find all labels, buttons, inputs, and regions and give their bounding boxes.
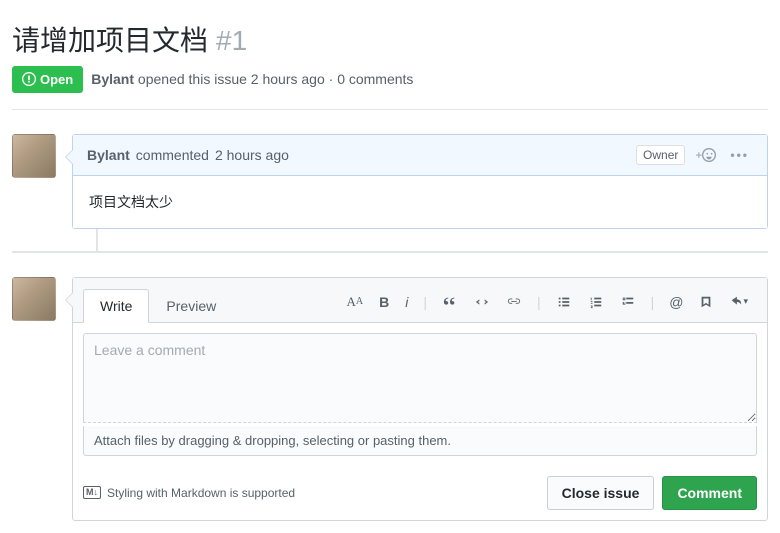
bold-icon[interactable]: B: [374, 290, 394, 314]
ol-icon[interactable]: [583, 291, 609, 313]
issue-author[interactable]: Bylant: [91, 71, 134, 87]
tab-preview[interactable]: Preview: [149, 289, 233, 323]
avatar[interactable]: [12, 134, 56, 178]
attach-hint[interactable]: Attach files by dragging & dropping, sel…: [83, 426, 757, 456]
close-issue-button[interactable]: Close issue: [547, 476, 655, 510]
markdown-icon: M↓: [83, 486, 101, 499]
issue-open-icon: [22, 72, 36, 86]
timeline-divider: [12, 251, 768, 253]
comment-menu-button[interactable]: •••: [726, 148, 753, 162]
comment-textarea[interactable]: [83, 333, 757, 423]
quote-icon[interactable]: [437, 291, 463, 313]
state-badge: Open: [12, 66, 83, 93]
comment-bubble: Bylant commented 2 hours ago Owner + •••…: [72, 134, 768, 229]
heading-icon[interactable]: AA: [341, 290, 368, 314]
code-icon[interactable]: [469, 291, 495, 313]
comment-editor: Write Preview AA B i | |: [72, 277, 768, 521]
owner-badge: Owner: [636, 145, 685, 165]
timeline-rail: [96, 229, 768, 251]
comment-header: Bylant commented 2 hours ago Owner + •••: [73, 135, 767, 176]
add-reaction-button[interactable]: +: [691, 148, 720, 162]
new-comment-item: Write Preview AA B i | |: [12, 277, 768, 521]
mention-icon[interactable]: @: [664, 290, 688, 314]
saved-replies-icon[interactable]: [694, 291, 718, 313]
editor-tabbar: Write Preview AA B i | |: [73, 278, 767, 323]
tab-write[interactable]: Write: [83, 289, 149, 323]
link-icon[interactable]: [501, 291, 527, 313]
markdown-toolbar: AA B i | | | @ ▾: [341, 290, 757, 320]
italic-icon[interactable]: i: [400, 290, 413, 314]
issue-byline: Bylant opened this issue 2 hours ago · 0…: [91, 71, 413, 87]
reference-icon[interactable]: ▾: [724, 291, 753, 313]
comment-button[interactable]: Comment: [662, 476, 757, 510]
comment-item: Bylant commented 2 hours ago Owner + •••…: [12, 134, 768, 229]
ul-icon[interactable]: [551, 291, 577, 313]
issue-title: 请增加项目文档: [12, 24, 208, 58]
editor-footer: M↓ Styling with Markdown is supported Cl…: [73, 466, 767, 520]
markdown-hint[interactable]: M↓ Styling with Markdown is supported: [83, 486, 295, 500]
issue-title-row: 请增加项目文档 #1: [12, 24, 768, 58]
issue-meta: Open Bylant opened this issue 2 hours ag…: [12, 66, 768, 110]
tasklist-icon[interactable]: [615, 291, 641, 313]
state-label: Open: [40, 72, 73, 87]
comment-body: 项目文档太少: [73, 176, 767, 228]
avatar[interactable]: [12, 277, 56, 321]
issue-number: #1: [216, 25, 247, 57]
comment-author[interactable]: Bylant: [87, 147, 130, 163]
